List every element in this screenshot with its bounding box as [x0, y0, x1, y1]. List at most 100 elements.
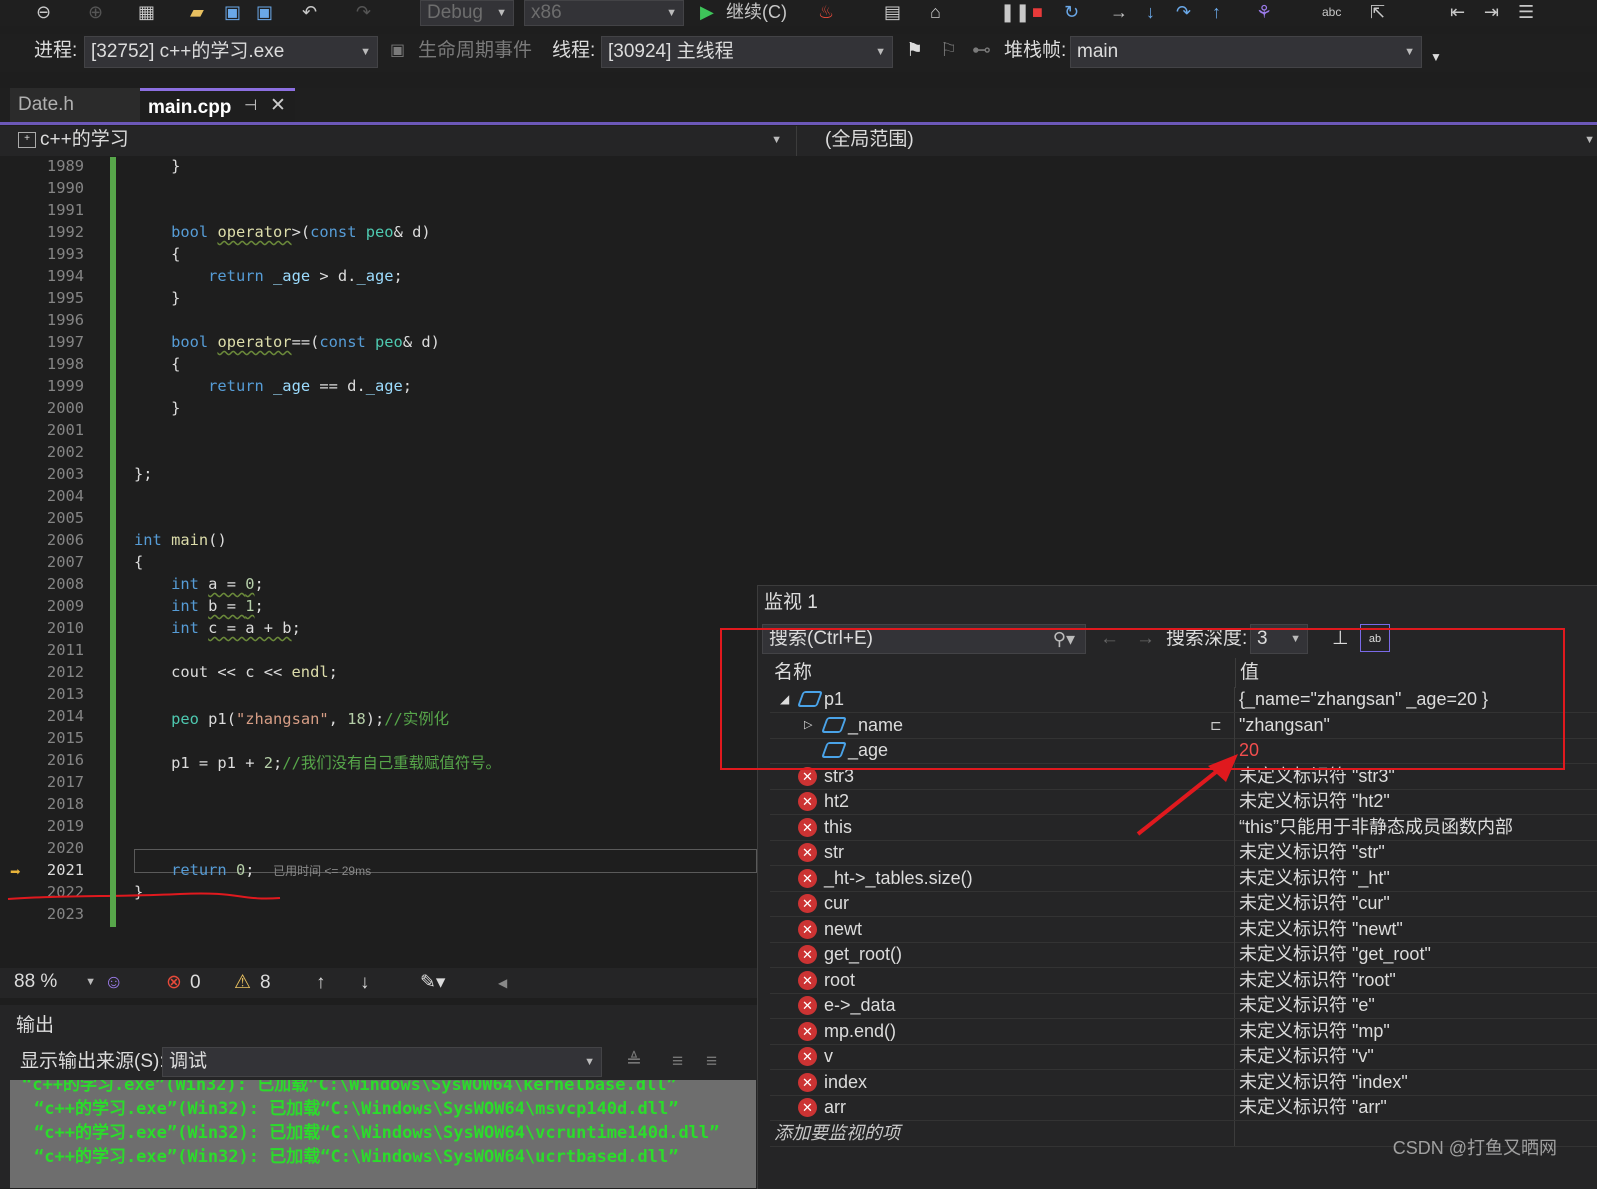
code-comment: //我们没有自己重载赋值符号。: [282, 754, 501, 772]
show-next-statement-icon[interactable]: →: [1110, 0, 1128, 24]
save-all-icon[interactable]: ▣: [256, 0, 273, 24]
chevron-down-icon: ▼: [771, 134, 782, 146]
find-message-icon[interactable]: ≜: [626, 1045, 642, 1079]
close-icon[interactable]: ✕: [270, 89, 286, 123]
redo-icon[interactable]: ↷: [356, 0, 371, 24]
hex-display-icon[interactable]: ⚘: [1256, 0, 1272, 24]
step-over-icon[interactable]: ↷: [1176, 0, 1191, 24]
stackframe-value: main: [1077, 41, 1119, 62]
add-watch-placeholder: 添加要监视的项: [774, 1122, 900, 1143]
comment-icon[interactable]: ☰: [1518, 0, 1534, 24]
clear-all-icon[interactable]: ≡: [672, 1045, 683, 1079]
window-icon[interactable]: ⌂: [930, 0, 941, 24]
watch-row[interactable]: ✕ str 未定义标识符 "str": [770, 840, 1597, 866]
stack-icon[interactable]: ⊷: [972, 34, 991, 68]
code-line: return _age > d._age;: [208, 267, 403, 285]
error-icon[interactable]: ⊗: [166, 966, 182, 1000]
pin-icon[interactable]: ⊣: [244, 89, 257, 123]
play-icon[interactable]: ▶: [700, 0, 714, 24]
line-number: 1994: [46, 267, 84, 285]
line-number: 1996: [46, 311, 84, 329]
error-icon: ✕: [798, 1047, 817, 1066]
change-tracking-bar: [110, 157, 116, 927]
watch-row[interactable]: ✕ get_root() 未定义标识符 "get_root": [770, 942, 1597, 968]
flag-icon[interactable]: ⚑: [906, 34, 923, 68]
save-icon[interactable]: ▣: [224, 0, 241, 24]
watermark: CSDN @打鱼又晒网: [1392, 1138, 1557, 1158]
line-number: 2003: [46, 465, 84, 483]
watch-row-value: 未定义标识符 "index": [1239, 1071, 1408, 1092]
tab-main-cpp[interactable]: main.cpp ⊣ ✕: [140, 88, 295, 122]
cursor-icon[interactable]: ⇱: [1370, 0, 1385, 24]
line-number: 2016: [46, 751, 84, 769]
line-number: 2012: [46, 663, 84, 681]
process-select[interactable]: [32752] c++的学习.exe ▼: [84, 36, 378, 68]
document-tabs: Date.h main.cpp ⊣ ✕: [0, 88, 1597, 124]
new-project-icon[interactable]: ▦: [138, 0, 155, 24]
chevron-down-icon: ▼: [875, 46, 886, 58]
watch-row[interactable]: ✕ newt 未定义标识符 "newt": [770, 916, 1597, 943]
scope-select[interactable]: (全局范围) ▼: [796, 126, 1597, 156]
spellcheck-icon[interactable]: abc: [1322, 0, 1341, 24]
editor-status-bar: 88 % ▼ ☺ ⊗ 0 ⚠ 8 ↑ ↓ ✎▾ ◀: [0, 968, 757, 998]
watch-row-name: v: [824, 1046, 833, 1066]
open-folder-icon[interactable]: ▰: [190, 0, 204, 24]
lifecycle-events-button[interactable]: 生命周期事件: [418, 34, 532, 68]
watch-row-name: this: [824, 816, 853, 837]
stop-icon[interactable]: ■: [1032, 0, 1043, 24]
error-icon: ✕: [798, 970, 817, 990]
toolbar-overflow-icon[interactable]: ▼: [1430, 40, 1442, 74]
continue-button[interactable]: 继续(C): [726, 0, 787, 24]
thread-select[interactable]: [30924] 主线程 ▼: [601, 36, 893, 68]
config-select[interactable]: Debug ▼: [420, 0, 514, 26]
platform-select[interactable]: x86 ▼: [524, 0, 684, 26]
indent-icon[interactable]: ⇥: [1484, 0, 1499, 24]
output-line: “c++的学习.exe”(Win32): 已加载“C:\Windows\SysW…: [34, 1099, 679, 1119]
lifecycle-icon[interactable]: ▣: [390, 34, 405, 68]
output-source-select[interactable]: 调试 ▼: [162, 1047, 602, 1077]
error-icon: ✕: [798, 792, 817, 811]
code-line: {: [134, 245, 181, 263]
undo-icon[interactable]: ↶: [302, 0, 317, 24]
chevron-down-icon: ▼: [584, 1056, 595, 1068]
code-cleanup-icon[interactable]: ✎▾: [420, 966, 445, 1000]
tab-date-h[interactable]: Date.h: [10, 88, 140, 122]
watch-row-name: newt: [824, 918, 863, 939]
folder-icon[interactable]: ▤: [884, 0, 901, 24]
previous-issue-icon[interactable]: ↑: [316, 966, 326, 1000]
copilot-icon[interactable]: ☺: [104, 966, 123, 1000]
output-text[interactable]: “c++的学习.exe”(Win32): 已加载“C:\Windows\SysW…: [10, 1080, 756, 1188]
error-icon: ✕: [798, 894, 817, 913]
line-number: 2008: [46, 575, 84, 593]
watch-row[interactable]: ✕ v 未定义标识符 "v": [770, 1044, 1597, 1070]
back-icon[interactable]: ⊖: [36, 0, 51, 24]
watch-row[interactable]: ✕ e->_data 未定义标识符 "e": [770, 993, 1597, 1019]
watch-row[interactable]: ✕ cur 未定义标识符 "cur": [770, 891, 1597, 917]
pause-icon[interactable]: ❚❚: [1000, 0, 1030, 24]
step-into-icon[interactable]: ↓: [1146, 0, 1155, 24]
watch-row[interactable]: ✕ index 未定义标识符 "index": [770, 1069, 1597, 1096]
restart-icon[interactable]: ↻: [1064, 0, 1079, 24]
watch-row[interactable]: ✕ arr 未定义标识符 "arr": [770, 1095, 1597, 1121]
code-line: int a = 0;: [171, 575, 264, 593]
next-issue-icon[interactable]: ↓: [360, 966, 370, 1000]
code-line: return _age == d._age;: [208, 377, 413, 395]
zoom-select[interactable]: 88 % ▼: [10, 968, 98, 998]
word-wrap-icon[interactable]: ≡: [706, 1045, 717, 1079]
watch-row[interactable]: ✕ mp.end() 未定义标识符 "mp": [770, 1018, 1597, 1045]
line-number: 2017: [46, 773, 84, 791]
debug-location-bar: 进程: [32752] c++的学习.exe ▼ ▣ 生命周期事件 线程: [30…: [0, 34, 1597, 72]
error-count: 0: [190, 972, 201, 993]
flag-threads-icon[interactable]: ⚐: [940, 34, 957, 68]
project-select[interactable]: + c++的学习 ▼: [12, 126, 788, 156]
scroll-left-icon[interactable]: ◀: [498, 966, 507, 1000]
forward-icon[interactable]: ⊕: [88, 0, 103, 24]
watch-row[interactable]: ✕ _ht->_tables.size() 未定义标识符 "_ht": [770, 865, 1597, 892]
outdent-icon[interactable]: ⇤: [1450, 0, 1465, 24]
watch-row[interactable]: ✕ root 未定义标识符 "root": [770, 967, 1597, 994]
code-line: int b = 1;: [171, 597, 264, 615]
warning-icon[interactable]: ⚠: [234, 966, 251, 1000]
hot-reload-icon[interactable]: ♨: [818, 0, 834, 24]
stackframe-select[interactable]: main ▼: [1070, 36, 1422, 68]
step-out-icon[interactable]: ↑: [1212, 0, 1221, 24]
